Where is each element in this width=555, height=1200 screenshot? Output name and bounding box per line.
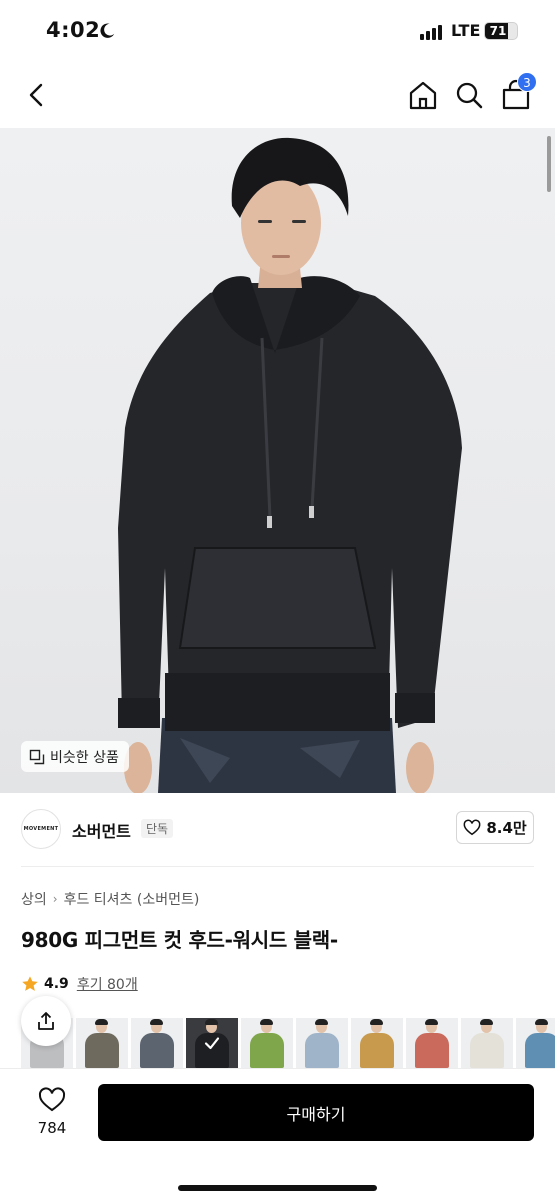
brand-logo[interactable]: MOVEMENT — [21, 809, 61, 849]
swatch-hoodie — [250, 1033, 284, 1068]
breadcrumb-item[interactable]: 후드 티셔츠 (소버먼트) — [64, 889, 200, 909]
wishlist-button[interactable]: 784 — [28, 1087, 76, 1137]
exclusive-badge: 단독 — [141, 819, 174, 838]
review-link[interactable]: 후기 80개 — [77, 974, 138, 994]
color-swatch[interactable] — [296, 1018, 348, 1068]
similar-products-button[interactable]: 비슷한 상품 — [21, 741, 129, 772]
rating-row: 4.9 후기 80개 — [21, 974, 138, 994]
status-time: 4:02 — [46, 18, 101, 42]
color-swatch-list — [21, 1018, 555, 1068]
swatch-hoodie — [470, 1033, 504, 1068]
swatch-model-hair — [480, 1019, 493, 1025]
chevron-right-icon: › — [52, 892, 58, 906]
brand-like-button[interactable]: 8.4만 — [456, 811, 534, 844]
swatch-hoodie — [415, 1033, 449, 1068]
color-swatch[interactable] — [406, 1018, 458, 1068]
swatch-hoodie — [305, 1033, 339, 1068]
swatch-hoodie — [140, 1033, 174, 1068]
color-swatch[interactable] — [131, 1018, 183, 1068]
swatch-model-hair — [425, 1019, 438, 1025]
search-icon[interactable] — [452, 78, 486, 112]
similar-products-label: 비슷한 상품 — [50, 749, 119, 766]
product-title: 980G 피그먼트 컷 후드-워시드 블랙- — [21, 928, 338, 952]
rating-score: 4.9 — [44, 976, 69, 992]
color-swatch[interactable] — [516, 1018, 555, 1068]
cart-count-badge: 3 — [517, 72, 537, 92]
divider — [21, 866, 534, 867]
scroll-indicator — [547, 136, 551, 192]
color-swatch[interactable] — [76, 1018, 128, 1068]
swatch-model-hair — [260, 1019, 273, 1025]
status-bar: 4:02 LTE 71 — [0, 0, 555, 62]
swatch-model-hair — [315, 1019, 328, 1025]
buy-button[interactable]: 구매하기 — [98, 1084, 534, 1141]
model-photo — [118, 137, 462, 793]
brand-row: MOVEMENT 소버먼트 단독 8.4만 — [0, 803, 555, 859]
brand-name[interactable]: 소버먼트 — [72, 818, 131, 842]
brand-like-count: 8.4만 — [486, 819, 527, 837]
swatch-hoodie — [525, 1033, 555, 1068]
color-swatch[interactable] — [241, 1018, 293, 1068]
color-swatch[interactable] — [186, 1018, 238, 1068]
swatch-hoodie — [85, 1033, 119, 1068]
copy-icon — [29, 749, 45, 764]
breadcrumb-item[interactable]: 상의 — [21, 889, 47, 909]
heart-icon — [38, 1087, 66, 1112]
swatch-hoodie — [360, 1033, 394, 1068]
signal-icon — [420, 24, 446, 40]
swatch-model-hair — [535, 1019, 548, 1025]
wishlist-count: 784 — [37, 1119, 67, 1137]
nav-bar: 3 — [0, 62, 555, 128]
check-icon — [186, 1018, 238, 1068]
swatch-model-hair — [95, 1019, 108, 1025]
share-button[interactable] — [21, 996, 71, 1046]
swatch-model-hair — [150, 1019, 163, 1025]
star-icon — [22, 976, 38, 991]
heart-icon — [463, 819, 481, 835]
battery-icon: 71 — [484, 22, 518, 40]
home-indicator — [178, 1185, 377, 1191]
home-icon[interactable] — [406, 78, 440, 112]
moon-icon — [100, 23, 115, 38]
share-icon — [38, 1012, 54, 1030]
network-label: LTE — [451, 21, 481, 40]
color-swatch[interactable] — [351, 1018, 403, 1068]
color-swatch[interactable] — [461, 1018, 513, 1068]
bottom-bar: 784 구매하기 — [0, 1068, 555, 1200]
cart-button[interactable]: 3 — [499, 72, 537, 112]
product-image[interactable]: 비슷한 상품 — [0, 128, 555, 793]
breadcrumb: 상의 › 후드 티셔츠 (소버먼트) — [21, 889, 199, 909]
swatch-model-hair — [370, 1019, 383, 1025]
back-icon[interactable] — [20, 78, 54, 112]
battery-level: 71 — [489, 24, 507, 38]
